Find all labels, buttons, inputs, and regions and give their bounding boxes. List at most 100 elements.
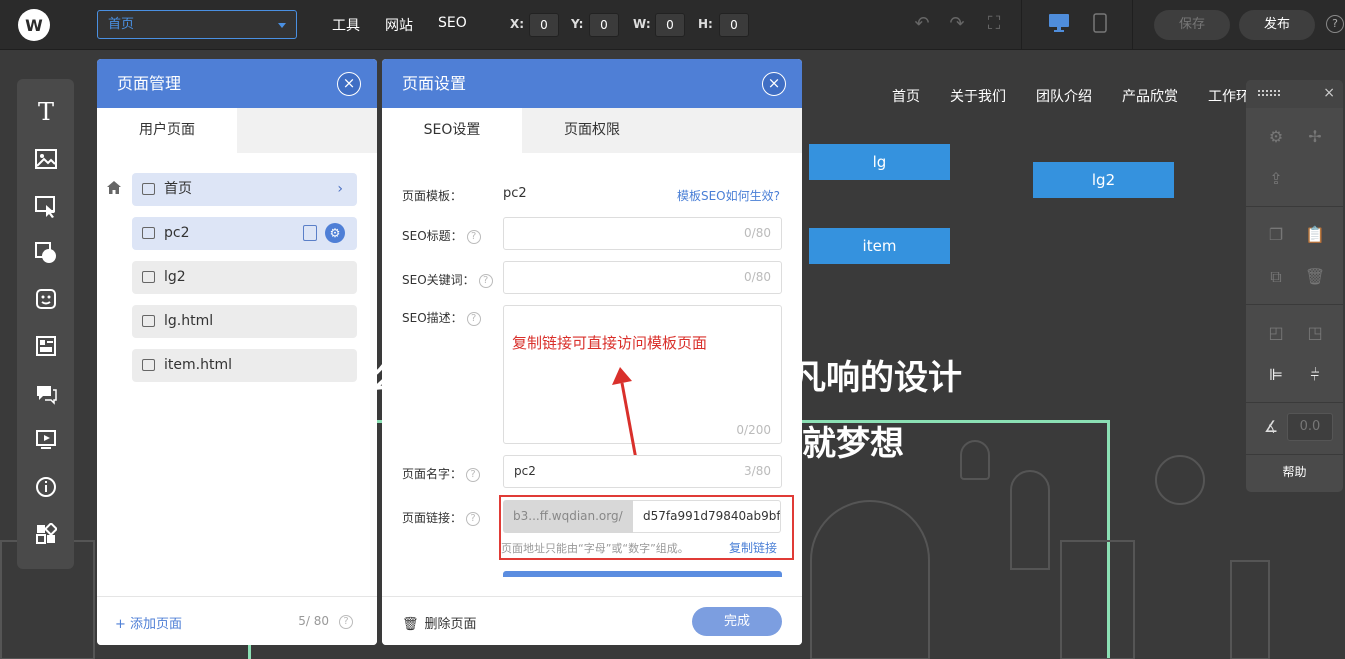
- gear-icon[interactable]: ⚙: [325, 223, 345, 243]
- page-icon: [142, 227, 155, 239]
- image-tool-icon[interactable]: [33, 149, 59, 175]
- menu-tools[interactable]: 工具: [332, 15, 360, 35]
- site-nav-about[interactable]: 关于我们: [950, 86, 1006, 106]
- info-tool-icon[interactable]: [33, 476, 59, 502]
- w-input[interactable]: 0: [655, 13, 685, 37]
- apps-tool-icon[interactable]: [33, 521, 59, 549]
- page-item-lg2[interactable]: lg2: [132, 261, 357, 294]
- slideshow-tool-icon[interactable]: [33, 429, 59, 455]
- page-item-pc2[interactable]: pc2 ⚙: [132, 217, 357, 250]
- align-left-icon[interactable]: ⊫: [1265, 364, 1287, 386]
- delete-page-button[interactable]: 🗑 删除页面: [402, 613, 477, 632]
- help-icon[interactable]: ?: [466, 229, 481, 244]
- char-count: 0/80: [744, 226, 771, 240]
- seo-desc-label-text: SEO描述：: [402, 311, 463, 325]
- upload-icon[interactable]: ⇪: [1265, 168, 1287, 190]
- page-manager-panel: 页面管理 × 用户页面 首页 › pc2 ⚙ lg2 lg.html item.…: [97, 59, 377, 645]
- help-icon[interactable]: ?: [466, 311, 481, 326]
- page-name-label: 页面名字：?: [402, 465, 481, 482]
- tab-seo[interactable]: SEO设置: [382, 108, 522, 153]
- close-icon[interactable]: ×: [762, 72, 786, 96]
- desktop-view-icon[interactable]: [1048, 13, 1070, 35]
- panel-drag-handle[interactable]: ×: [1246, 80, 1343, 108]
- template-seo-help-link[interactable]: 模板SEO如何生效?: [677, 187, 780, 204]
- help-icon[interactable]: ?: [466, 467, 481, 482]
- h-input[interactable]: 0: [719, 13, 749, 37]
- page-item-item-html[interactable]: item.html: [132, 349, 357, 382]
- site-nav-work[interactable]: 工作环: [1208, 86, 1250, 106]
- layer-up-icon[interactable]: ◳: [1304, 322, 1326, 344]
- site-nav-products[interactable]: 产品欣赏: [1122, 86, 1178, 106]
- y-input[interactable]: 0: [589, 13, 619, 37]
- text-tool-icon[interactable]: T: [33, 99, 59, 125]
- building-doodle: [1060, 540, 1135, 659]
- page-dropdown[interactable]: 首页: [97, 10, 297, 39]
- done-button[interactable]: 完成: [692, 607, 782, 636]
- close-icon[interactable]: ×: [337, 72, 361, 96]
- rotation-angle-input[interactable]: 0.0: [1287, 413, 1333, 441]
- h-label: H:: [698, 17, 713, 31]
- layout-tool-icon[interactable]: [33, 335, 59, 361]
- seo-keywords-label: SEO关键词：?: [402, 271, 493, 288]
- animation-icon[interactable]: ✢: [1304, 126, 1326, 148]
- close-icon[interactable]: ×: [1323, 85, 1335, 101]
- site-nav-team[interactable]: 团队介绍: [1036, 86, 1092, 106]
- layer-down-icon[interactable]: ◰: [1265, 322, 1287, 344]
- help-link[interactable]: 帮助: [1246, 463, 1343, 480]
- w-label: W:: [633, 17, 651, 31]
- add-page-button[interactable]: + 添加页面: [115, 613, 182, 632]
- fullscreen-icon[interactable]: ⛶: [983, 13, 1005, 35]
- ghost-doodle: [960, 440, 990, 480]
- copy-icon[interactable]: ❐: [1265, 224, 1287, 246]
- paste-icon[interactable]: 📋: [1304, 224, 1326, 246]
- undo-icon[interactable]: ↶: [911, 13, 933, 35]
- page-count: 5/ 80: [298, 614, 329, 628]
- publish-button[interactable]: 发布: [1239, 10, 1315, 40]
- page-name-value: pc2: [514, 464, 536, 478]
- help-icon[interactable]: ?: [478, 273, 493, 288]
- mobile-view-icon[interactable]: [1089, 13, 1111, 35]
- page-settings-footer: 🗑 删除页面 完成: [382, 596, 802, 645]
- help-icon[interactable]: ?: [466, 511, 481, 526]
- button-tool-icon[interactable]: [33, 196, 59, 222]
- page-item-home[interactable]: 首页 ›: [132, 173, 357, 206]
- settings-icon[interactable]: ⚙: [1265, 126, 1287, 148]
- panel-title: 页面设置: [402, 74, 467, 93]
- page-item-label: lg.html: [164, 313, 214, 329]
- page-name-input[interactable]: pc2 3/80: [503, 455, 782, 488]
- element-lg[interactable]: lg: [809, 144, 950, 180]
- seo-title-input[interactable]: 0/80: [503, 217, 782, 250]
- menu-website[interactable]: 网站: [385, 15, 413, 35]
- element-item[interactable]: item: [809, 228, 950, 264]
- align-center-icon[interactable]: ⫩: [1304, 364, 1326, 386]
- redo-icon[interactable]: ↷: [946, 13, 968, 35]
- shape-tool-icon[interactable]: [33, 242, 59, 268]
- app-logo[interactable]: W: [18, 9, 50, 41]
- menu-seo[interactable]: SEO: [438, 15, 467, 31]
- template-label: 页面模板：: [402, 189, 463, 203]
- help-icon[interactable]: ?: [1326, 15, 1344, 33]
- duplicate-icon[interactable]: ⧉: [1265, 266, 1287, 288]
- tab-user-pages[interactable]: 用户页面: [97, 108, 237, 153]
- trash-icon[interactable]: 🗑: [1304, 266, 1326, 288]
- page-link-label-text: 页面链接：: [402, 511, 463, 525]
- page-dropdown-value: 首页: [108, 17, 135, 32]
- emoji-tool-icon[interactable]: [33, 288, 59, 314]
- save-button[interactable]: 保存: [1154, 10, 1230, 40]
- site-nav-home[interactable]: 首页: [892, 86, 920, 106]
- seo-title-label-text: SEO标题：: [402, 229, 463, 243]
- tab-permissions[interactable]: 页面权限: [522, 108, 662, 153]
- help-icon[interactable]: ?: [339, 615, 353, 629]
- copy-page-icon[interactable]: [303, 225, 317, 241]
- panel-title: 页面管理: [117, 74, 182, 93]
- x-input[interactable]: 0: [529, 13, 559, 37]
- seo-desc-label: SEO描述：?: [402, 309, 481, 326]
- page-icon: [142, 271, 155, 283]
- divider: [1246, 454, 1343, 455]
- page-link-label: 页面链接：?: [402, 509, 481, 526]
- element-lg2[interactable]: lg2: [1033, 162, 1174, 198]
- comment-tool-icon[interactable]: [33, 383, 59, 409]
- seo-keywords-input[interactable]: 0/80: [503, 261, 782, 294]
- page-item-lg-html[interactable]: lg.html: [132, 305, 357, 338]
- x-label: X:: [510, 17, 525, 31]
